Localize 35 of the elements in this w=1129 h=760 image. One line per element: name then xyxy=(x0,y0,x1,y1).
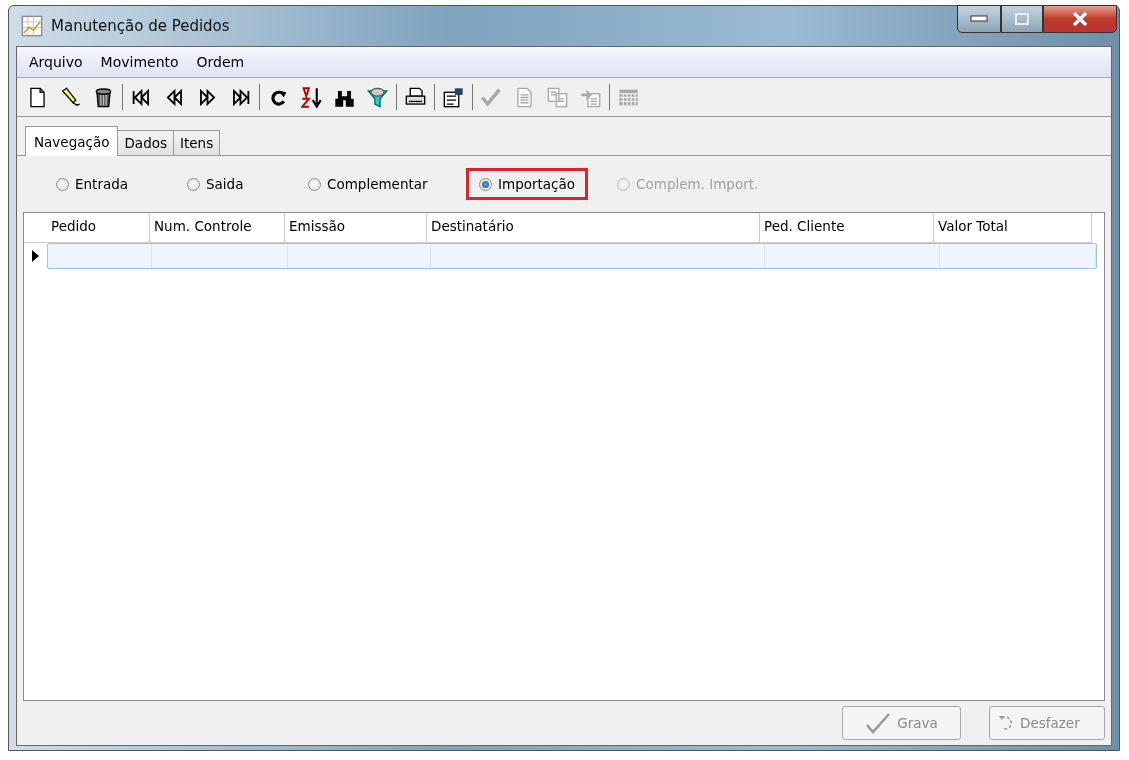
tab[interactable]: Itens xyxy=(173,130,221,155)
maximize-icon xyxy=(1014,12,1030,26)
next-record-icon[interactable] xyxy=(197,86,218,108)
radio-button[interactable] xyxy=(187,177,200,191)
radio-button[interactable] xyxy=(56,177,69,191)
new-page-icon[interactable] xyxy=(27,86,48,108)
printer-icon[interactable] xyxy=(405,86,426,108)
properties-icon[interactable] xyxy=(443,86,464,108)
minimize-icon xyxy=(969,15,989,23)
menu-item[interactable]: Movimento xyxy=(92,52,187,72)
tab[interactable]: Dados xyxy=(117,130,174,155)
minimize-button[interactable] xyxy=(957,5,1001,33)
close-button[interactable] xyxy=(1043,5,1117,33)
previous-record-icon[interactable] xyxy=(164,86,185,108)
pencil-icon[interactable] xyxy=(60,86,81,108)
chart-document-icon xyxy=(21,15,43,37)
undo-icon xyxy=(998,714,1014,732)
menu-item[interactable]: Arquivo xyxy=(21,52,91,72)
last-record-icon[interactable] xyxy=(230,86,251,108)
radio-button[interactable] xyxy=(479,177,492,191)
sort-icon[interactable] xyxy=(301,86,322,108)
first-record-icon[interactable] xyxy=(131,86,152,108)
tab[interactable]: Navegação xyxy=(25,126,119,156)
radio-label[interactable]: Importação xyxy=(498,176,576,192)
trash-can-icon[interactable] xyxy=(93,86,114,108)
filter-funnel-icon[interactable] xyxy=(367,86,388,108)
menu-item[interactable]: Ordem xyxy=(188,52,253,72)
radio-button[interactable] xyxy=(308,177,321,191)
maximize-button[interactable] xyxy=(1001,5,1043,33)
check-mark-icon xyxy=(865,712,892,734)
window-title: Manutenção de Pedidos xyxy=(51,17,230,35)
radio-label[interactable]: Entrada xyxy=(75,176,145,192)
radio-label[interactable]: Saida xyxy=(206,176,266,192)
close-icon xyxy=(1070,11,1090,27)
radio-label[interactable]: Complementar xyxy=(327,176,437,192)
